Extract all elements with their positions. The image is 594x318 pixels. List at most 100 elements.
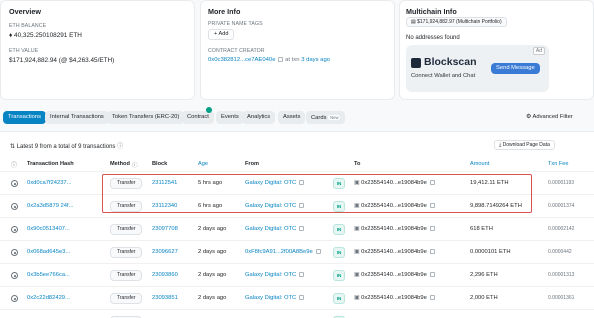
tab-internal-transactions[interactable]: Internal Transactions	[45, 111, 109, 124]
from-link[interactable]: Galaxy Digital: OTC	[245, 218, 305, 241]
advanced-filter-button[interactable]: ⚙ Advanced Filter	[526, 114, 573, 120]
table-row: 0x6e69d5acad...Transfer230938412 days ag…	[0, 309, 594, 318]
download-page-data-button[interactable]: ⤓ Download Page Data	[494, 140, 555, 150]
table-row: 0x2a3d5879 24f... Transfer 23112340 6 hrs a…	[0, 194, 594, 217]
amount-value: 2,000 ETH	[470, 295, 498, 301]
header-fee[interactable]: Txn Fee	[548, 161, 569, 167]
eth-balance-label: ETH BALANCE	[9, 23, 47, 29]
from-link[interactable]: Galaxy Digital: OTC	[245, 172, 305, 195]
amount-value: 2,296 ETH	[470, 272, 498, 278]
contract-creator-row: 0x0c382812...ce7AE040e at txn 3 days ago	[208, 57, 330, 63]
tx-hash-link[interactable]: 0x068ad645e3...	[27, 241, 70, 264]
tab-token-transfers[interactable]: Token Transfers (ERC-20)	[107, 111, 185, 124]
creator-age-link[interactable]: 3 days ago	[301, 57, 330, 63]
tx-hash-link[interactable]: 0x2a3d5879 24f...	[27, 195, 73, 218]
to-address: ▣ 0x23554140...e19084b9e	[354, 172, 435, 195]
amount-value: 9,898.7149264 ETH	[470, 203, 522, 209]
copy-icon[interactable]	[299, 271, 305, 277]
age-text: 2 days ago	[198, 295, 227, 301]
to-address: ▣ 0x23554140...e19084b9e	[354, 195, 435, 218]
block-link[interactable]: 23097708	[152, 218, 178, 241]
age-text: 2 days ago	[198, 310, 226, 318]
eye-icon[interactable]	[11, 226, 18, 233]
tx-hash-link[interactable]: 0x2c22d82429...	[27, 287, 70, 310]
contract-creator-label: CONTRACT CREATOR	[208, 48, 265, 54]
tx-hash-link[interactable]: 0xd0ca7f24237...	[27, 172, 71, 195]
block-link[interactable]: 23093841	[152, 310, 178, 318]
fee-value: 0.00001193	[548, 180, 575, 186]
eye-icon[interactable]	[11, 180, 18, 187]
copy-icon[interactable]	[429, 294, 435, 300]
from-link[interactable]: Galaxy Digital: OTC	[245, 264, 305, 287]
eth-value-label: ETH VALUE	[9, 48, 39, 54]
block-link[interactable]: 23112340	[152, 195, 177, 218]
block-link[interactable]: 23096627	[152, 241, 178, 264]
amount-value: 0.0000101 ETH	[470, 249, 511, 255]
table-row: 0x068ad645e3... Transfer 23096627 2 days ag…	[0, 240, 594, 263]
tab-events[interactable]: Events	[216, 111, 244, 124]
tab-transactions[interactable]: Transactions	[3, 111, 46, 124]
copy-icon[interactable]	[299, 202, 305, 208]
block-link[interactable]: 23093851	[152, 287, 178, 310]
ad-tagline: Connect Wallet and Chat	[411, 73, 476, 79]
ad-send-message-button[interactable]: Send Message	[491, 63, 540, 74]
header-amount[interactable]: Amount	[470, 161, 489, 167]
copy-icon[interactable]	[429, 248, 435, 254]
direction-badge: IN	[333, 247, 345, 258]
tab-analytics[interactable]: Analytics	[242, 111, 276, 124]
eye-icon[interactable]	[11, 295, 18, 302]
more-info-card: More Info PRIVATE NAME TAGS + Add CONTRA…	[200, 0, 395, 100]
eye-icon[interactable]	[11, 203, 18, 210]
creator-at-label: at txn	[285, 57, 300, 64]
eye-icon[interactable]	[11, 249, 18, 256]
from-link[interactable]: Galaxy Digital: OTC	[245, 310, 305, 318]
creator-address-link[interactable]: 0x0c382812...ce7AE040e	[208, 57, 275, 63]
to-address: ▣ 0x23554140...e19084b9e	[354, 287, 435, 310]
copy-icon[interactable]	[299, 294, 305, 300]
copy-icon[interactable]	[299, 225, 305, 231]
portfolio-badge[interactable]: ▤ $171,924,882.97 (Multichain Portfolio)	[406, 17, 507, 27]
blockscan-ad[interactable]: Ad Blockscan Connect Wallet and Chat Sen…	[406, 45, 549, 92]
copy-icon[interactable]	[429, 271, 435, 277]
tx-hash-link[interactable]: 0x90c0513407...	[27, 218, 70, 241]
copy-icon[interactable]	[299, 179, 305, 185]
copy-icon[interactable]	[315, 248, 321, 254]
age-text: 6 hrs ago	[198, 203, 223, 209]
header-hash: Transaction Hash	[27, 161, 74, 167]
ad-brand: Blockscan	[424, 56, 477, 68]
from-link[interactable]: Galaxy Digital: OTC	[245, 195, 305, 218]
overview-title: Overview	[9, 7, 41, 16]
age-text: 2 days ago	[198, 226, 227, 232]
from-link[interactable]: 0xF8fc9A91...2f00A8Be9e	[245, 241, 321, 264]
age-text: 2 days ago	[198, 272, 227, 278]
header-age[interactable]: Age	[198, 161, 208, 167]
amount-value: 5,000 ETH	[470, 310, 498, 318]
eye-icon[interactable]	[11, 272, 18, 279]
header-to: To	[354, 161, 361, 167]
contract-verified-icon	[206, 107, 212, 113]
copy-icon[interactable]	[429, 225, 435, 231]
to-address: ▣ 0x23554140...e19084b9e	[354, 218, 435, 241]
blockscan-logo-icon	[411, 58, 421, 68]
block-link[interactable]: 23093860	[152, 264, 178, 287]
sort-icon: ⇅	[10, 144, 17, 150]
header-method: Method	[110, 161, 130, 167]
tab-assets[interactable]: Assets	[278, 111, 306, 124]
tx-hash-link[interactable]: 0x3b5ee766ca...	[27, 264, 70, 287]
tx-hash-link[interactable]: 0x6e69d5acad...	[27, 310, 70, 318]
tab-cards[interactable]: Cards New	[306, 111, 346, 124]
copy-icon[interactable]	[429, 179, 435, 185]
block-link[interactable]: 23112541	[152, 172, 177, 195]
amount-value: 618 ETH	[470, 226, 493, 232]
copy-icon[interactable]	[429, 202, 435, 208]
table-row: 0x90c0513407... Transfer 23097708 2 days ag…	[0, 217, 594, 240]
method-badge: Transfer	[110, 270, 143, 281]
direction-badge: IN	[333, 293, 345, 304]
fee-value: 0.00002142	[548, 226, 575, 232]
table-row: 0x2c22d82429... Transfer 23093851 2 days ag…	[0, 286, 594, 309]
copy-icon[interactable]	[278, 57, 284, 62]
from-link[interactable]: Galaxy Digital: OTC	[245, 287, 305, 310]
fee-value: 0.00003499	[548, 310, 574, 318]
add-tag-button[interactable]: + Add	[208, 29, 235, 40]
private-name-tags-label: PRIVATE NAME TAGS	[208, 21, 263, 27]
